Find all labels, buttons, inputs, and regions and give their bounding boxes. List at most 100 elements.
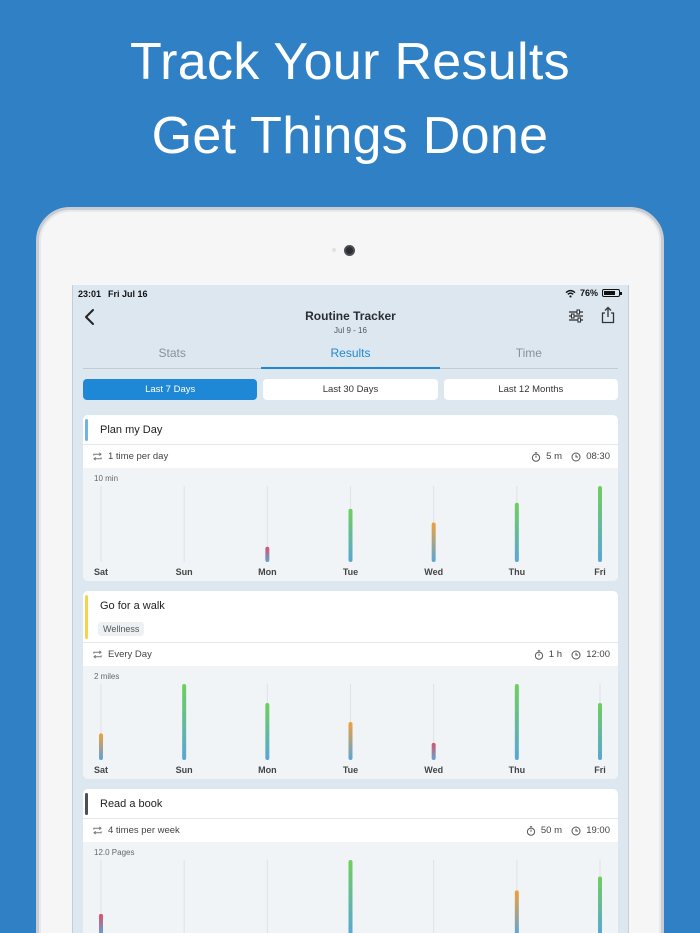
day-label-thu: Thu <box>509 567 526 577</box>
routine-time: 08:30 <box>586 451 610 462</box>
bar-fri <box>598 703 602 760</box>
bar-sat <box>99 733 103 760</box>
chart-max-label: 10 min <box>94 474 119 483</box>
card-header: Go for a walk Wellness <box>83 591 618 643</box>
time-group: 08:30 <box>571 451 610 462</box>
tab-bar: Stats Results Time <box>83 343 618 369</box>
bar-chart: Sat Sun Mon Tue Wed Thu Fri <box>94 486 606 577</box>
routine-duration: 50 m <box>540 825 562 836</box>
status-bar: 23:01 Fri Jul 16 76% <box>73 285 628 303</box>
headline-line-1: Track Your Results <box>130 33 570 91</box>
bar-wed <box>431 522 436 562</box>
bar-tue <box>348 508 353 562</box>
routine-duration: 1 h <box>548 649 562 660</box>
routine-title: Read a book <box>100 798 163 810</box>
bar-fri <box>598 876 602 933</box>
chart-max-label: 2 miles <box>94 672 120 681</box>
bar-mon <box>265 546 270 562</box>
bar-sun <box>182 684 187 760</box>
date-range: Jul 9 - 16 <box>334 326 367 335</box>
routine-tag: Wellness <box>98 622 145 636</box>
card-accent-bar <box>85 419 88 441</box>
routine-card-go-for-a-walk[interactable]: Go for a walk Wellness Every Day 1 h 12:… <box>83 591 618 779</box>
bar-wed <box>431 742 436 760</box>
card-accent-bar <box>85 595 88 639</box>
day-label-fri: Fri <box>594 567 606 577</box>
duration-group: 1 h <box>534 649 562 660</box>
battery-icon <box>602 289 622 297</box>
nav-bar: Routine Tracker Jul 9 - 16 <box>73 303 628 343</box>
routine-chart: Sat Sun Mon Tue Wed Thu Fri 2 miles <box>83 666 618 779</box>
day-label-sun: Sun <box>176 765 193 775</box>
share-icon[interactable] <box>600 306 616 324</box>
tablet-sensor <box>332 248 336 252</box>
stopwatch-icon <box>532 451 541 462</box>
day-label-sat: Sat <box>94 765 108 775</box>
day-label-sun: Sun <box>176 567 193 577</box>
card-header: Read a book <box>83 789 618 819</box>
app-screen: 23:01 Fri Jul 16 76% Routine Tracker Jul… <box>72 285 629 933</box>
routine-frequency: 4 times per week <box>108 825 180 836</box>
routine-frequency: Every Day <box>108 649 152 660</box>
day-label-tue: Tue <box>343 567 358 577</box>
bar-thu <box>514 890 519 933</box>
routine-chart: SatSunMonTueWedThuFri 12.0 Pages <box>83 842 618 933</box>
tab-time[interactable]: Time <box>440 343 618 368</box>
segment-last-30-days[interactable]: Last 30 Days <box>263 379 438 400</box>
day-label-thu: Thu <box>509 765 526 775</box>
repeat-icon <box>93 826 102 835</box>
card-meta: Every Day 1 h 12:00 <box>83 643 618 666</box>
bar-chart: Sat Sun Mon Tue Wed Thu Fri <box>94 684 606 775</box>
day-label-sat: Sat <box>94 567 108 577</box>
time-group: 12:00 <box>571 649 610 660</box>
time-group: 19:00 <box>571 825 610 836</box>
bar-fri <box>598 486 602 562</box>
routine-duration: 5 m <box>546 451 562 462</box>
period-selector: Last 7 Days Last 30 Days Last 12 Months <box>83 379 618 400</box>
day-label-mon: Mon <box>258 765 277 775</box>
routine-card-read-a-book[interactable]: Read a book 4 times per week 50 m 19:00 … <box>83 789 618 933</box>
day-label-wed: Wed <box>424 765 443 775</box>
card-accent-bar <box>85 793 88 815</box>
duration-group: 5 m <box>531 451 562 462</box>
routine-time: 12:00 <box>586 649 610 660</box>
bar-thu <box>514 684 519 760</box>
stopwatch-icon <box>526 825 535 836</box>
tab-stats[interactable]: Stats <box>83 343 261 368</box>
status-date: Fri Jul 16 <box>108 289 148 299</box>
clock-icon <box>571 826 581 835</box>
bar-tue <box>348 860 353 933</box>
clock-icon <box>571 452 581 461</box>
wifi-icon <box>565 289 576 298</box>
headline-line-2: Get Things Done <box>151 107 549 165</box>
page-title: Routine Tracker <box>305 309 396 323</box>
day-label-tue: Tue <box>343 765 358 775</box>
day-label-fri: Fri <box>594 765 606 775</box>
duration-group: 50 m <box>526 825 562 836</box>
bar-thu <box>514 502 519 562</box>
tab-results[interactable]: Results <box>261 343 440 369</box>
card-header: Plan my Day <box>83 415 618 445</box>
routine-time: 19:00 <box>586 825 610 836</box>
filter-sliders-icon[interactable] <box>568 308 584 324</box>
day-label-mon: Mon <box>258 567 277 577</box>
bar-sat <box>99 913 103 933</box>
routine-chart: Sat Sun Mon Tue Wed Thu Fri 10 min <box>83 468 618 581</box>
tablet-camera <box>344 245 355 256</box>
chart-max-label: 12.0 Pages <box>94 848 135 857</box>
clock-icon <box>571 650 581 659</box>
routine-title: Go for a walk <box>100 600 165 612</box>
bar-chart: SatSunMonTueWedThuFri <box>99 860 602 933</box>
card-meta: 1 time per day 5 m 08:30 <box>83 445 618 468</box>
card-meta: 4 times per week 50 m 19:00 <box>83 819 618 842</box>
segment-last-7-days[interactable]: Last 7 Days <box>83 379 258 400</box>
routine-card-plan-my-day[interactable]: Plan my Day 1 time per day 5 m 08:30 Sat… <box>83 415 618 581</box>
routine-title: Plan my Day <box>100 424 163 436</box>
battery-percent: 76% <box>579 288 598 298</box>
status-right: 76% <box>565 288 622 298</box>
repeat-icon <box>93 452 102 461</box>
repeat-icon <box>93 650 102 659</box>
day-label-wed: Wed <box>424 567 443 577</box>
segment-last-12-months[interactable]: Last 12 Months <box>443 379 618 400</box>
stopwatch-icon <box>534 649 543 660</box>
